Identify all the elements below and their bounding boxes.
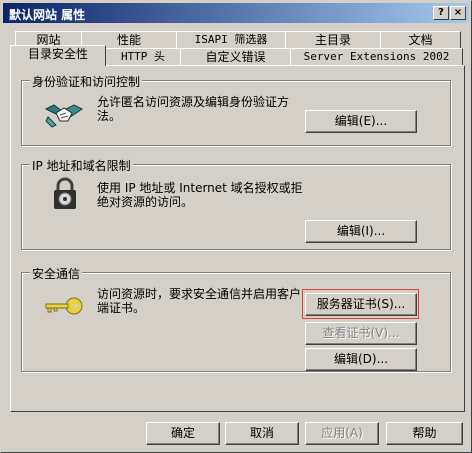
ip-group-title: IP 地址和域名限制	[30, 157, 133, 174]
tab-http-headers[interactable]: HTTP 头	[105, 48, 181, 66]
window-title: 默认网站 属性	[9, 8, 86, 22]
auth-edit-button[interactable]: 编辑(E)...	[305, 110, 417, 133]
secure-description: 访问资源时，要求安全通信并启用客户端证书。	[97, 287, 302, 315]
ip-description: 使用 IP 地址或 Internet 域名授权或拒绝对资源的访问。	[97, 181, 303, 209]
tab-directory-security[interactable]: 目录安全性	[10, 45, 106, 66]
ip-group: IP 地址和域名限制 使用 IP 地址或 Internet 域名授权或拒绝对资源…	[21, 157, 451, 250]
ip-edit-button[interactable]: 编辑(I)...	[305, 220, 417, 243]
padlock-icon	[54, 177, 76, 209]
title-bar[interactable]: 默认网站 属性 ? ×	[3, 3, 469, 23]
auth-group-title: 身份验证和访问控制	[30, 73, 143, 90]
tab-panel: 身份验证和访问控制 允许匿名访问资源及编辑身份验证方法。 编辑(E)... IP…	[10, 65, 465, 412]
help-title-button[interactable]: ?	[433, 6, 449, 20]
secure-comm-group: 安全通信 访问资源时，要求安全通信并启用客户端证书。 服务器证书(S)... 查…	[21, 265, 451, 372]
auth-description: 允许匿名访问资源及编辑身份验证方法。	[97, 95, 290, 123]
key-icon	[45, 297, 83, 315]
handshake-icon	[44, 104, 83, 128]
secure-comm-group-title: 安全通信	[30, 265, 83, 282]
view-certificate-button[interactable]: 查看证书(V)...	[305, 322, 417, 345]
tab-server-extensions[interactable]: Server Extensions 2002	[290, 48, 463, 66]
ok-button[interactable]: 确定	[146, 422, 220, 445]
secure-edit-button[interactable]: 编辑(D)...	[305, 348, 417, 371]
tab-home-directory[interactable]: 主目录	[285, 31, 381, 49]
tab-custom-errors[interactable]: 自定义错误	[180, 48, 291, 66]
auth-group: 身份验证和访问控制 允许匿名访问资源及编辑身份验证方法。 编辑(E)...	[21, 73, 451, 146]
tab-documents[interactable]: 文档	[380, 31, 461, 49]
help-button[interactable]: 帮助	[386, 422, 463, 445]
apply-button[interactable]: 应用(A)	[305, 422, 379, 445]
server-certificate-button[interactable]: 服务器证书(S)...	[305, 293, 417, 316]
cancel-button[interactable]: 取消	[225, 422, 299, 445]
close-button[interactable]: ×	[450, 6, 466, 20]
properties-dialog: 默认网站 属性 ? × 网站 性能 ISAPI 筛选器 主目录 文档 目录安全性…	[0, 0, 472, 453]
tab-isapi-filters[interactable]: ISAPI 筛选器	[176, 31, 286, 49]
